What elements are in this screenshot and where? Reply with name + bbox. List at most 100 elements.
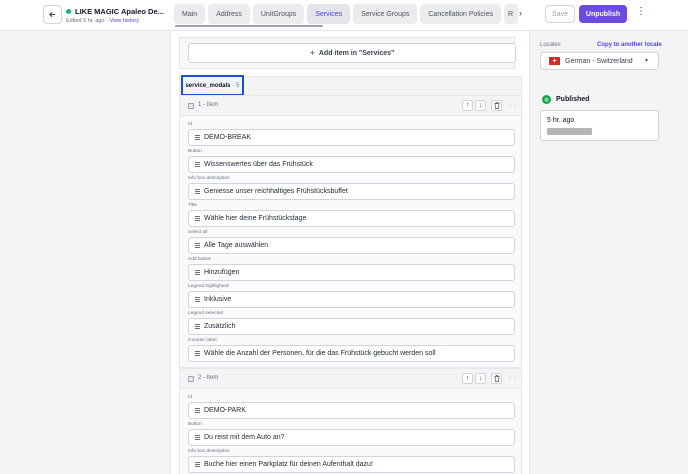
edited-info: Edited 5 hr. ago · View history — [66, 18, 139, 24]
published-time: 5 hr. ago — [547, 117, 575, 124]
locale-value: German - Switzerland — [565, 57, 633, 65]
field-label: Button — [188, 149, 202, 154]
move-up-icon[interactable]: ↑ — [462, 100, 473, 111]
drag-handle-icon[interactable]: ⋮⋮ — [507, 375, 518, 382]
text-lines-icon — [195, 351, 200, 356]
field-label: Id — [188, 122, 193, 127]
text-input[interactable]: Alle Tage auswählen — [188, 237, 515, 254]
text-input[interactable]: Buche hier einen Parkplatz für deinen Au… — [188, 456, 515, 473]
field-value: Buche hier einen Parkplatz für deinen Au… — [204, 461, 373, 468]
document-title: LIKE MAGIC Apaleo De... — [75, 7, 164, 16]
field-add-button: Add button Hinzufügen — [188, 257, 515, 281]
status-dot — [66, 9, 71, 14]
tab-scrollbar[interactable] — [175, 25, 323, 27]
text-lines-icon — [195, 462, 200, 467]
field-label: Info box description — [188, 176, 230, 181]
edited-time: Edited 5 hr. ago — [66, 18, 105, 24]
field-id: Id DEMO-PARK — [188, 395, 515, 419]
text-input[interactable]: Geniesse unser reichhaltiges Frühstücksb… — [188, 183, 515, 200]
field-value: DEMO-PARK — [204, 407, 246, 414]
field-label: Button — [188, 422, 202, 427]
field-label: Counter label — [188, 338, 217, 343]
text-lines-icon — [195, 297, 200, 302]
field-id: Id DEMO-BREAK — [188, 122, 515, 146]
text-lines-icon — [195, 408, 200, 413]
item-collapse-icon[interactable] — [188, 376, 194, 382]
save-button[interactable]: Save — [545, 5, 575, 23]
field-counter-label: Counter label Wähle die Anzahl der Perso… — [188, 338, 515, 362]
field-value: Alle Tage auswählen — [204, 242, 269, 249]
published-card: 5 hr. ago — [540, 110, 659, 141]
field-value: Inklusive — [204, 296, 232, 303]
field-value: Geniesse unser reichhaltiges Frühstücksb… — [204, 188, 348, 195]
text-input[interactable]: Du reist mit dem Auto an? — [188, 429, 515, 446]
field-info-box-description: Info box description Buche hier einen Pa… — [188, 449, 515, 473]
field-label: Id — [188, 395, 193, 400]
field-label: Legend highlighted — [188, 284, 229, 289]
field-button: Button Du reist mit dem Auto an? — [188, 422, 515, 446]
view-history-link[interactable]: View history — [109, 18, 139, 24]
more-options-icon[interactable]: ⋮ — [636, 7, 646, 17]
text-lines-icon — [195, 162, 200, 167]
text-lines-icon — [195, 216, 200, 221]
published-by-placeholder — [547, 128, 592, 135]
delete-icon[interactable] — [491, 373, 502, 384]
tab-address[interactable]: Address — [208, 4, 250, 24]
text-input[interactable]: Wähle hier deine Frühstückstage — [188, 210, 515, 227]
text-input[interactable]: DEMO-BREAK — [188, 129, 515, 146]
unpublish-button[interactable]: Unpublish — [579, 5, 627, 23]
chevron-right-icon[interactable]: › — [519, 8, 522, 18]
move-down-icon[interactable]: ↓ — [475, 100, 486, 111]
drag-handle-icon[interactable]: ⋮⋮ — [507, 102, 518, 109]
tab-bar: Main Address UnitGroups Services Service… — [174, 4, 518, 26]
delete-icon[interactable] — [491, 100, 502, 111]
caret-down-icon: ▼ — [644, 58, 649, 64]
move-up-icon[interactable]: ↑ — [462, 373, 473, 384]
field-label: Legend selected — [188, 311, 224, 316]
field-value: Zusätzlich — [204, 323, 236, 330]
text-input[interactable]: DEMO-PARK — [188, 402, 515, 419]
tab-cancellation-policies[interactable]: Cancellation Policies — [420, 4, 501, 24]
tab-service-groups[interactable]: Service Groups — [353, 4, 418, 24]
field-value: Wähle die Anzahl der Personen, für die d… — [204, 350, 436, 357]
status-label: Published — [556, 96, 590, 103]
field-label: Info box description — [188, 449, 230, 454]
move-down-icon[interactable]: ↓ — [475, 373, 486, 384]
copy-locale-link[interactable]: Copy to another locale — [597, 42, 662, 48]
field-value: Wähle hier deine Frühstückstage — [204, 215, 307, 222]
add-item-button[interactable]: + Add item in "Services" — [188, 43, 516, 63]
text-lines-icon — [195, 243, 200, 248]
tab-main[interactable]: Main — [174, 4, 206, 24]
text-input[interactable]: Wähle die Anzahl der Personen, für die d… — [188, 345, 515, 362]
field-legend-highlighted: Legend highlighted Inklusive — [188, 284, 515, 308]
field-value: Wissenswertes über das Frühstück — [204, 161, 313, 168]
field-button: Button Wissenswertes über das Frühstück — [188, 149, 515, 173]
field-label: Add button — [188, 257, 212, 262]
top-bar: LIKE MAGIC Apaleo De... Edited 5 hr. ago… — [0, 0, 688, 31]
back-button[interactable] — [43, 5, 62, 24]
field-value: DEMO-BREAK — [204, 134, 252, 141]
field-select-all: Select all Alle Tage auswählen — [188, 230, 515, 254]
editor-panel: + Add item in "Services" service_modals ·… — [170, 31, 530, 474]
item-title: 2 - Item — [198, 375, 219, 381]
section-title[interactable]: service_modals · 5 — [181, 75, 244, 96]
text-input[interactable]: Hinzufügen — [188, 264, 515, 281]
field-value: Hinzufügen — [204, 269, 240, 276]
section-count: · 5 — [232, 82, 240, 89]
tab-overflow[interactable]: R — [503, 4, 518, 24]
item-collapse-icon[interactable] — [188, 103, 194, 109]
add-item-container: + Add item in "Services" — [179, 37, 516, 69]
text-lines-icon — [195, 324, 200, 329]
tab-unitgroups[interactable]: UnitGroups — [252, 4, 305, 24]
field-value: Du reist mit dem Auto an? — [204, 434, 285, 441]
locale-select[interactable]: + German - Switzerland ▼ — [540, 52, 659, 70]
swiss-flag-icon: + — [549, 57, 560, 65]
text-input[interactable]: Zusätzlich — [188, 318, 515, 335]
text-input[interactable]: Wissenswertes über das Frühstück — [188, 156, 515, 173]
locales-label: Locales — [540, 42, 561, 48]
text-input[interactable]: Inklusive — [188, 291, 515, 308]
tab-services[interactable]: Services — [307, 4, 351, 24]
section-name: service_modals — [185, 82, 231, 89]
text-lines-icon — [195, 435, 200, 440]
field-label: Select all — [188, 230, 208, 235]
